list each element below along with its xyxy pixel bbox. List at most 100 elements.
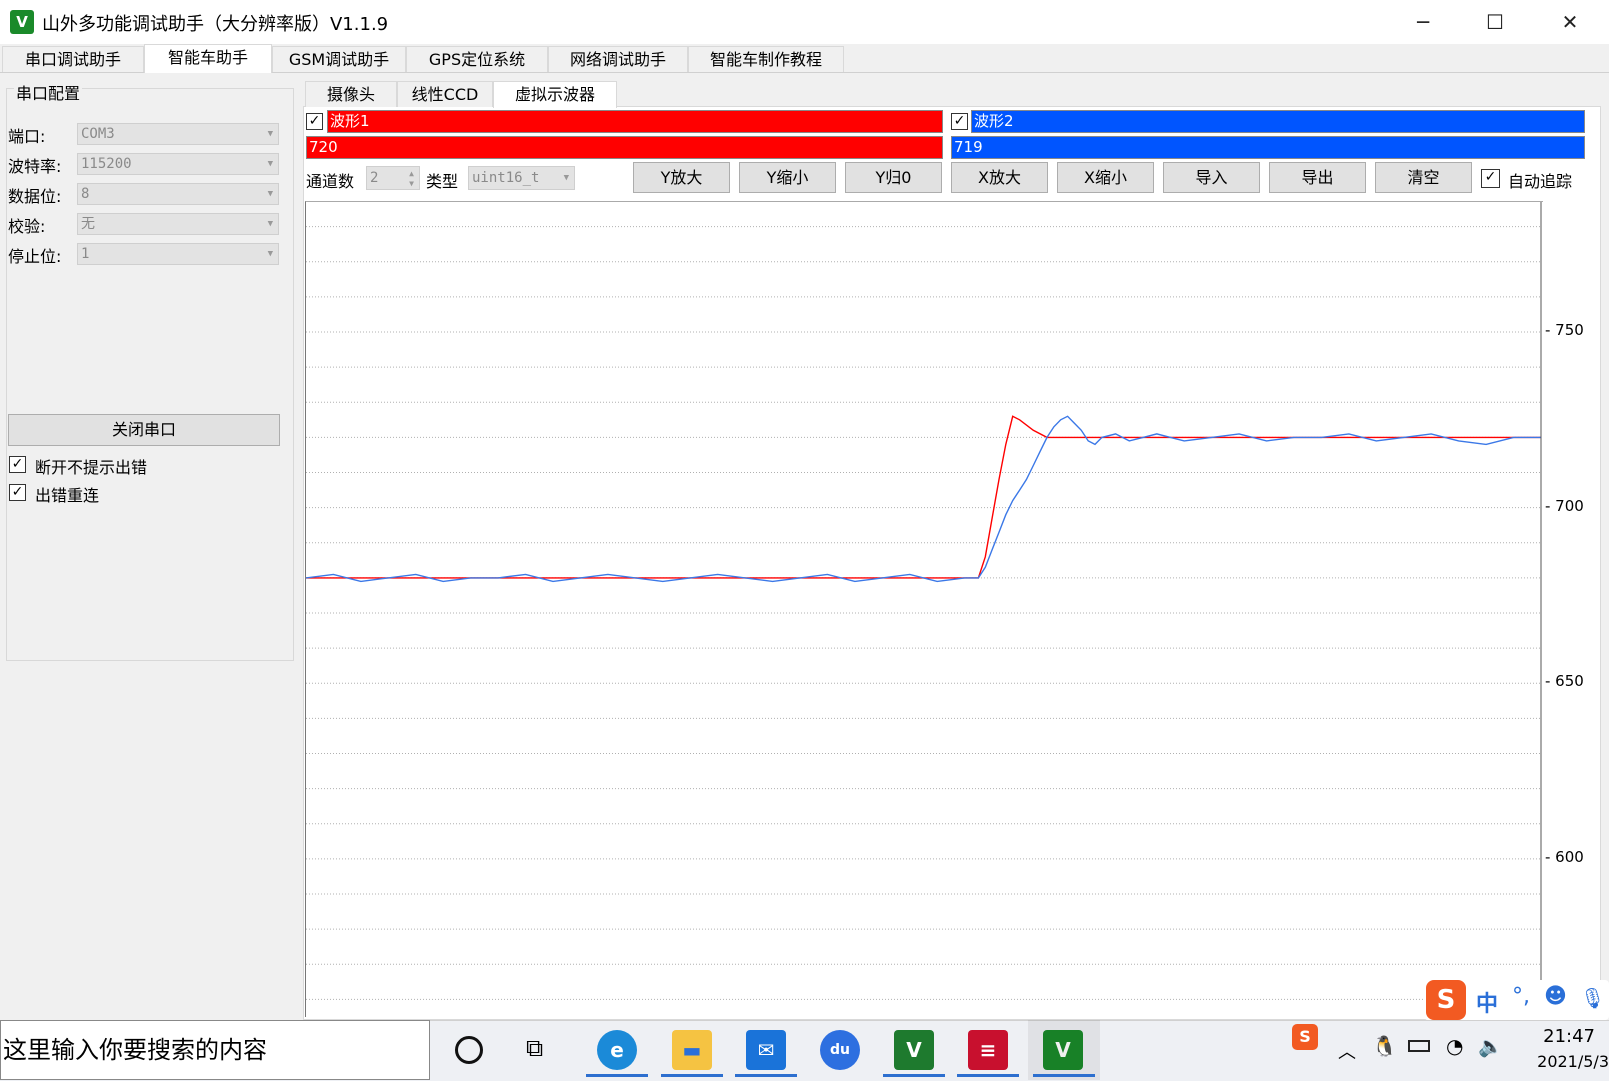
close-button[interactable]: ✕	[1535, 0, 1605, 44]
punctuation-icon[interactable]: °,	[1512, 984, 1530, 1009]
maximize-button[interactable]: ☐	[1460, 0, 1530, 44]
chevron-down-icon: ▼	[267, 159, 273, 169]
clock-time[interactable]: 21:47	[1543, 1026, 1595, 1047]
auto-track-label: 自动追踪	[1508, 172, 1573, 191]
close-port-button[interactable]: 关闭串口	[8, 414, 280, 446]
chevron-down-icon: ▼	[563, 173, 569, 183]
title-bar: V 山外多功能调试助手（大分辨率版）V1.1.9 ─ ☐ ✕	[0, 0, 1609, 44]
altium-running-indicator	[957, 1074, 1019, 1077]
y-zoom-in-button[interactable]: Y放大	[633, 162, 730, 193]
checkmark-icon: ✓	[308, 113, 321, 129]
mail-icon[interactable]: ✉	[746, 1030, 786, 1070]
spin-arrows-icon: ▲ ▼	[409, 169, 414, 188]
baidu-netdisk-icon[interactable]: du	[820, 1030, 860, 1070]
export-button[interactable]: 导出	[1269, 162, 1366, 193]
tab-linear-ccd[interactable]: 线性CCD	[397, 81, 493, 107]
vs-app-running-indicator	[883, 1074, 945, 1077]
app-logo-icon: V	[10, 10, 34, 34]
assistant-app-active-highlight	[1028, 1020, 1100, 1080]
vs-app-icon[interactable]: V	[894, 1030, 934, 1070]
no-error-prompt-label: 断开不提示出错	[35, 458, 148, 477]
explorer-running-indicator	[661, 1074, 723, 1077]
emoji-icon[interactable]: ☻	[1544, 984, 1567, 1009]
tab-serial-debug[interactable]: 串口调试助手	[2, 46, 144, 72]
taskbar-search-input[interactable]: 这里输入你要搜索的内容	[0, 1020, 430, 1080]
checkmark-icon: ✓	[953, 113, 966, 129]
chevron-down-icon: ▼	[267, 249, 273, 259]
checkmark-icon: ✓	[1484, 169, 1497, 185]
edge-browser-icon[interactable]: e	[597, 1030, 637, 1070]
mail-running-indicator	[735, 1074, 797, 1077]
chevron-down-icon: ▼	[267, 219, 273, 229]
x-zoom-in-button[interactable]: X放大	[951, 162, 1048, 193]
ime-toolbar[interactable]: S 中 °, ☻ 🎙	[1424, 980, 1609, 1020]
x-zoom-out-button[interactable]: X缩小	[1057, 162, 1154, 193]
checkmark-icon: ✓	[11, 456, 24, 472]
wave-series-1	[306, 415, 1541, 579]
clear-button[interactable]: 清空	[1375, 162, 1472, 193]
reconnect-label: 出错重连	[35, 486, 100, 505]
wave1-name-field[interactable]: 波形1	[327, 110, 943, 133]
channels-label: 通道数	[306, 172, 355, 191]
import-button[interactable]: 导入	[1163, 162, 1260, 193]
wave1-value-field: 720	[306, 136, 943, 159]
stopbits-select[interactable]: 1 ▼	[77, 243, 279, 265]
sogou-ime-icon: S	[1426, 980, 1466, 1020]
file-explorer-icon[interactable]: ▬	[672, 1030, 712, 1070]
reconnect-checkbox[interactable]: ✓	[9, 484, 26, 501]
chevron-down-icon: ▼	[267, 189, 273, 199]
checkmark-icon: ✓	[11, 484, 24, 500]
tab-camera[interactable]: 摄像头	[305, 81, 397, 107]
y-tick-label: - 700	[1545, 496, 1584, 515]
y-tick-label: - 750	[1545, 320, 1584, 339]
cortana-icon[interactable]	[455, 1036, 483, 1064]
ime-mode-label[interactable]: 中	[1476, 986, 1498, 1018]
minimize-button[interactable]: ─	[1388, 0, 1458, 44]
serial-config-title: 串口配置	[14, 80, 83, 104]
baud-label: 波特率:	[8, 157, 62, 176]
baud-select[interactable]: 115200 ▼	[77, 153, 279, 175]
window-title: 山外多功能调试助手（大分辨率版）V1.1.9	[42, 14, 389, 35]
port-select[interactable]: COM3 ▼	[77, 123, 279, 145]
tray-expand-icon[interactable]: ︿	[1338, 1038, 1356, 1064]
oscilloscope-plot[interactable]	[305, 201, 1543, 1017]
databits-label: 数据位:	[8, 187, 62, 206]
tab-gsm-debug[interactable]: GSM调试助手	[272, 46, 406, 72]
sogou-tray-icon[interactable]: S	[1292, 1024, 1318, 1050]
clock-date[interactable]: 2021/5/3	[1537, 1052, 1609, 1071]
channels-stepper[interactable]: 2 ▲ ▼	[366, 166, 420, 190]
wave-series-2	[306, 415, 1541, 583]
chevron-down-icon: ▼	[267, 129, 273, 139]
wifi-icon[interactable]: ◔	[1446, 1034, 1463, 1058]
y-reset-button[interactable]: Y归0	[845, 162, 942, 193]
tab-gps[interactable]: GPS定位系统	[406, 46, 548, 72]
task-view-icon[interactable]: ⧉	[526, 1034, 543, 1062]
port-label: 端口:	[8, 127, 46, 146]
main-tab-bar: 串口调试助手 智能车助手 GSM调试助手 GPS定位系统 网络调试助手 智能车制…	[0, 44, 1609, 73]
wave2-value-field: 719	[951, 136, 1585, 159]
auto-track-checkbox[interactable]: ✓	[1481, 169, 1500, 188]
assistant-app-running-indicator	[1033, 1074, 1095, 1077]
tab-tutorial[interactable]: 智能车制作教程	[688, 46, 844, 72]
databits-select[interactable]: 8 ▼	[77, 183, 279, 205]
wave1-checkbox[interactable]: ✓	[306, 113, 323, 130]
no-error-prompt-checkbox[interactable]: ✓	[9, 456, 26, 473]
battery-icon[interactable]	[1408, 1040, 1430, 1052]
y-zoom-out-button[interactable]: Y缩小	[739, 162, 836, 193]
altium-icon[interactable]: ≡	[968, 1030, 1008, 1070]
type-label: 类型	[426, 172, 459, 191]
tab-smart-car[interactable]: 智能车助手	[144, 44, 272, 73]
volume-icon[interactable]: 🔈	[1478, 1034, 1503, 1058]
tab-virtual-oscilloscope[interactable]: 虚拟示波器	[493, 81, 617, 108]
edge-running-indicator	[586, 1074, 648, 1077]
parity-label: 校验:	[8, 217, 46, 236]
wave2-checkbox[interactable]: ✓	[951, 113, 968, 130]
type-select[interactable]: uint16_t ▼	[468, 166, 575, 190]
tab-network-debug[interactable]: 网络调试助手	[548, 46, 688, 72]
qq-tray-icon[interactable]: 🐧	[1372, 1034, 1397, 1058]
parity-select[interactable]: 无 ▼	[77, 213, 279, 235]
wave2-name-field[interactable]: 波形2	[971, 110, 1585, 133]
stopbits-label: 停止位:	[8, 247, 62, 266]
microphone-icon[interactable]: 🎙	[1580, 986, 1605, 1010]
y-tick-label: - 600	[1545, 847, 1584, 866]
